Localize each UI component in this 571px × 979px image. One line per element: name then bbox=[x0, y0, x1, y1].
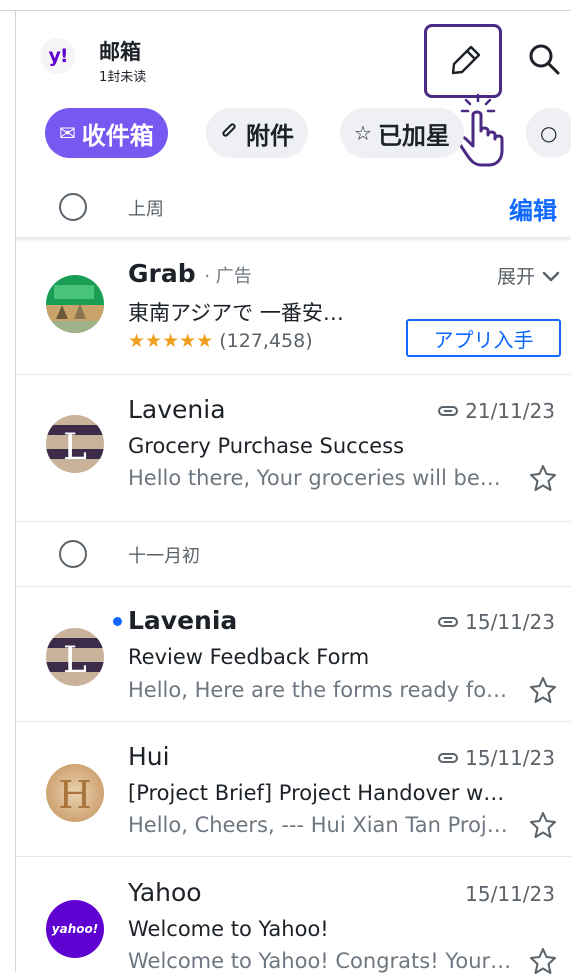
email-date-text: 15/11/23 bbox=[465, 746, 555, 770]
edit-button[interactable]: 编辑 bbox=[509, 191, 557, 226]
email-snippet: Hello, Cheers, --- Hui Xian Tan Proj… bbox=[128, 813, 508, 837]
email-snippet: Hello there, Your groceries will be… bbox=[128, 466, 501, 490]
email-sender: Yahoo bbox=[128, 878, 202, 907]
email-subject: Welcome to Yahoo! bbox=[128, 917, 329, 941]
star-button[interactable] bbox=[529, 811, 557, 839]
ad-sender-name: Grab bbox=[128, 259, 196, 288]
email-date-text: 21/11/23 bbox=[465, 399, 555, 423]
unread-dot bbox=[113, 617, 122, 626]
sender-avatar: L bbox=[46, 415, 104, 473]
ad-sender: Grab · 广告 bbox=[128, 259, 252, 288]
star-outline-icon bbox=[530, 812, 556, 838]
star-button[interactable] bbox=[529, 676, 557, 704]
star-outline-icon: ☆ bbox=[354, 121, 372, 145]
star-button[interactable] bbox=[529, 947, 557, 975]
mailbox-title: 邮箱 bbox=[99, 40, 141, 64]
get-app-button[interactable]: アプリ入手 bbox=[406, 319, 561, 357]
select-all-checkbox[interactable] bbox=[59, 193, 87, 221]
attachment-icon bbox=[438, 406, 459, 416]
section-label: 十一月初 bbox=[128, 546, 200, 567]
email-date: 15/11/23 bbox=[465, 882, 555, 906]
filter-chips: ✉ 收件箱 附件 ☆ 已加星 ○ bbox=[16, 103, 571, 163]
star-button[interactable] bbox=[529, 464, 557, 492]
app-header: y! 邮箱 1封未读 bbox=[16, 11, 571, 167]
compose-button[interactable] bbox=[424, 24, 502, 98]
chip-attachments-label: 附件 bbox=[246, 121, 294, 150]
rating-count: (127,458) bbox=[219, 330, 313, 352]
section-header-last-week: 上周 编辑 bbox=[16, 177, 571, 237]
chip-more[interactable]: ○ bbox=[526, 108, 571, 158]
ad-expand-button[interactable]: 展开 bbox=[497, 262, 561, 289]
pencil-icon bbox=[451, 45, 481, 75]
email-sender: Lavenia bbox=[128, 606, 238, 635]
email-subject: Grocery Purchase Success bbox=[128, 434, 405, 458]
star-outline-icon bbox=[530, 948, 556, 974]
email-date-text: 15/11/23 bbox=[465, 610, 555, 634]
yahoo-avatar-text: yahoo! bbox=[51, 922, 99, 936]
attachment-icon bbox=[438, 617, 459, 627]
search-icon bbox=[529, 44, 560, 75]
search-button[interactable] bbox=[526, 41, 562, 77]
paperclip-icon bbox=[220, 121, 240, 146]
yahoo-logo: y! bbox=[40, 38, 76, 74]
email-snippet: Welcome to Yahoo! Congrats! Your… bbox=[128, 949, 512, 973]
email-date: 15/11/23 bbox=[437, 746, 555, 770]
sender-avatar: H bbox=[46, 764, 104, 822]
row-divider bbox=[16, 521, 571, 522]
envelope-icon: ✉ bbox=[59, 121, 76, 145]
chip-starred-label: 已加星 bbox=[377, 121, 450, 150]
chevron-down-icon bbox=[542, 271, 560, 281]
star-outline-icon bbox=[530, 677, 556, 703]
email-date: 15/11/23 bbox=[437, 610, 555, 634]
email-sender: Lavenia bbox=[128, 395, 226, 424]
circle-icon: ○ bbox=[540, 121, 558, 145]
section-label: 上周 bbox=[128, 199, 164, 220]
grab-ad-avatar bbox=[46, 275, 104, 333]
email-subject: [Project Brief] Project Handover w… bbox=[128, 781, 505, 805]
svg-text:L: L bbox=[63, 427, 87, 468]
svg-text:L: L bbox=[63, 640, 87, 681]
unread-count: 1封未读 bbox=[99, 70, 147, 85]
email-subject: Review Feedback Form bbox=[128, 645, 370, 669]
ad-tag: · 广告 bbox=[204, 266, 252, 287]
section-header-early-nov: 十一月初 bbox=[16, 524, 571, 584]
star-outline-icon bbox=[530, 465, 556, 491]
chip-attachments[interactable]: 附件 bbox=[206, 108, 308, 158]
ad-subject: 東南アジアで 一番安… bbox=[128, 301, 344, 325]
svg-text:H: H bbox=[58, 773, 91, 817]
email-sender: Hui bbox=[128, 742, 170, 771]
chip-starred[interactable]: ☆ 已加星 bbox=[340, 108, 464, 158]
select-section-checkbox[interactable] bbox=[59, 540, 87, 568]
attachment-icon bbox=[438, 753, 459, 763]
rating-stars-icon: ★★★★★ bbox=[128, 330, 214, 352]
email-date-text: 15/11/23 bbox=[465, 882, 555, 906]
chip-inbox-label: 收件箱 bbox=[81, 121, 154, 150]
chip-inbox[interactable]: ✉ 收件箱 bbox=[45, 108, 168, 158]
yahoo-avatar: yahoo! bbox=[46, 900, 104, 958]
sender-avatar: L bbox=[46, 628, 104, 686]
ad-expand-label: 展开 bbox=[496, 266, 535, 288]
email-date: 21/11/23 bbox=[437, 399, 555, 423]
email-snippet: Hello, Here are the forms ready fo… bbox=[128, 678, 508, 702]
ad-rating: ★★★★★ (127,458) bbox=[128, 330, 313, 352]
